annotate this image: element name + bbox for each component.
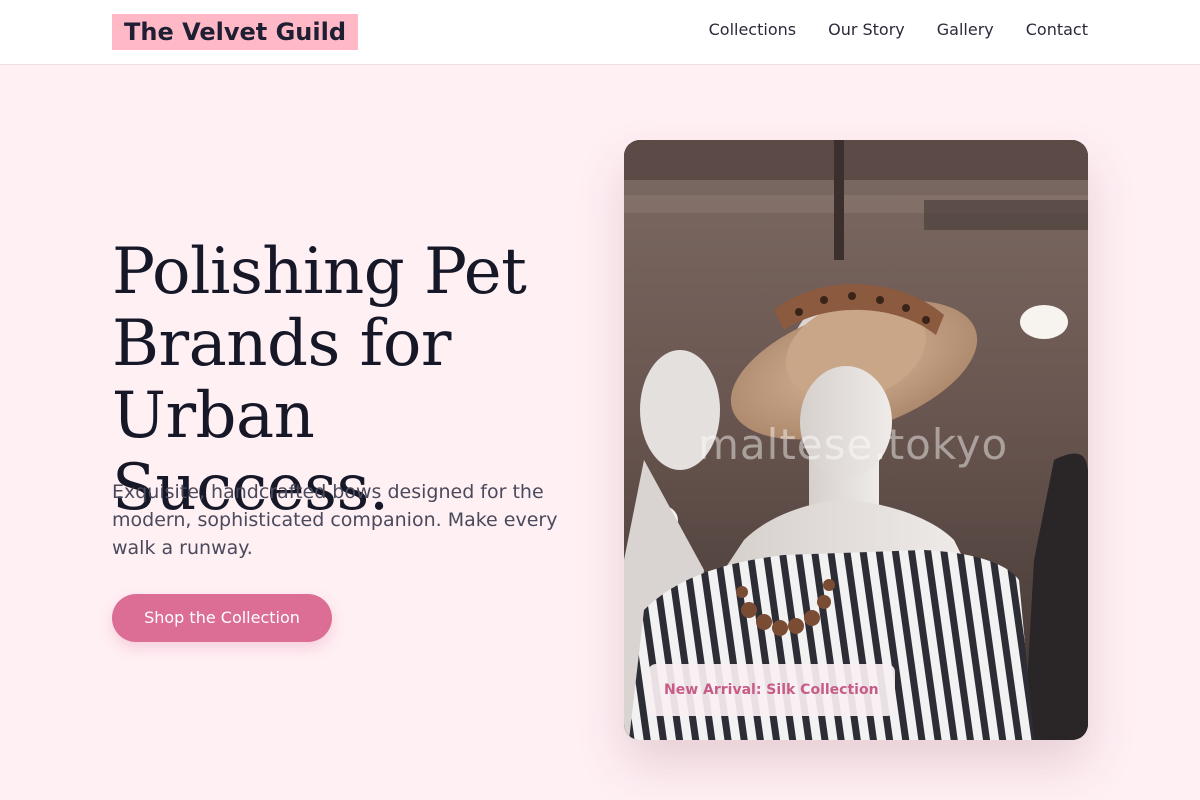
hero-image: maltese.tokyo New Arrival: Silk Collecti…	[624, 140, 1088, 740]
site-header: The Velvet Guild Collections Our Story G…	[0, 0, 1200, 65]
hero-description: Exquisite, handcrafted bows designed for…	[112, 481, 558, 559]
nav-link-gallery[interactable]: Gallery	[937, 20, 994, 40]
new-arrival-badge[interactable]: New Arrival: Silk Collection	[648, 664, 895, 716]
image-watermark: maltese.tokyo	[698, 420, 1009, 469]
nav-link-collections[interactable]: Collections	[709, 20, 796, 40]
main-nav: Collections Our Story Gallery Contact	[709, 20, 1088, 40]
nav-link-contact[interactable]: Contact	[1026, 20, 1088, 40]
shop-collection-button[interactable]: Shop the Collection	[112, 594, 332, 642]
nav-link-our-story[interactable]: Our Story	[828, 20, 905, 40]
brand-logo[interactable]: The Velvet Guild	[112, 14, 359, 50]
